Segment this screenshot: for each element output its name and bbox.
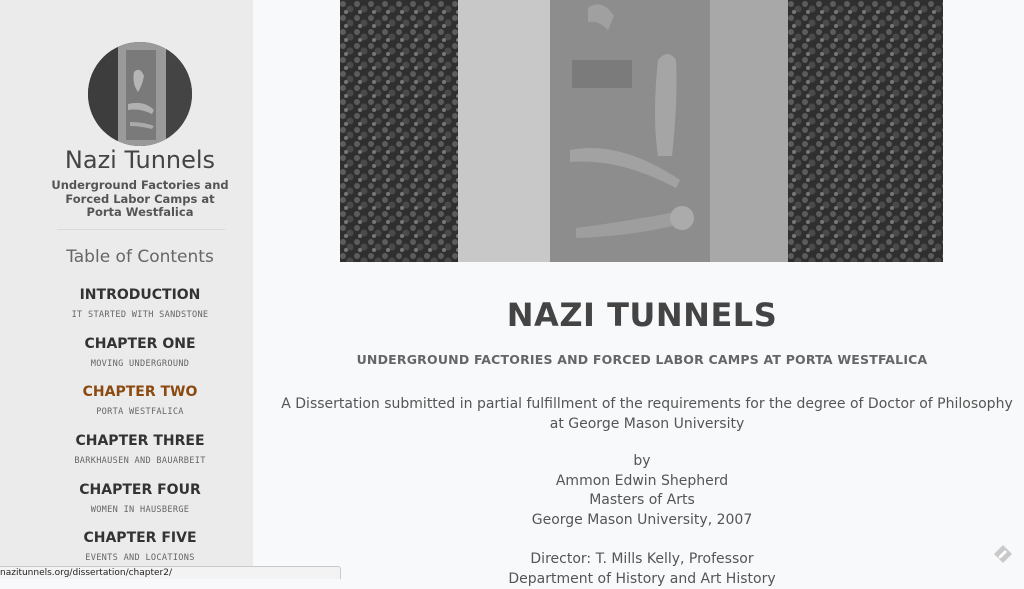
page-title: NAZI TUNNELS (253, 296, 1024, 334)
toc-item-introduction[interactable]: INTRODUCTION IT STARTED WITH SANDSTONE (0, 286, 253, 335)
toc-item-chapter-four[interactable]: CHAPTER FOUR WOMEN IN HAUSBERGE (0, 481, 253, 530)
author-degree: Masters of Arts (253, 491, 1024, 511)
sidebar: Nazi Tunnels Underground Factories and F… (0, 0, 253, 578)
by-label: by (253, 452, 1024, 472)
divider (57, 229, 225, 230)
site-description: Underground Factories and Forced Labor C… (50, 179, 230, 220)
status-bar-url: nazitunnels.org/dissertation/chapter2/ (0, 566, 341, 579)
page-subtitle: UNDERGROUND FACTORIES AND FORCED LABOR C… (253, 352, 1024, 367)
main-content: NAZI TUNNELS UNDERGROUND FACTORIES AND F… (253, 0, 1024, 578)
table-of-contents: INTRODUCTION IT STARTED WITH SANDSTONE C… (0, 286, 253, 578)
director-block: Director: T. Mills Kelly, Professor Depa… (253, 550, 1024, 589)
toc-item-title[interactable]: CHAPTER FOUR (0, 481, 253, 499)
toc-item-title[interactable]: CHAPTER ONE (0, 335, 253, 353)
toc-item-subtitle: PORTA WESTFALICA (0, 405, 253, 419)
toc-item-subtitle: WOMEN IN HAUSBERGE (0, 503, 253, 517)
director-name: Director: T. Mills Kelly, Professor (253, 550, 1024, 570)
toc-item-subtitle: MOVING UNDERGROUND (0, 357, 253, 371)
toc-item-chapter-three[interactable]: CHAPTER THREE BARKHAUSEN AND BAUARBEIT (0, 432, 253, 481)
toc-item-subtitle: EVENTS AND LOCATIONS (0, 551, 253, 565)
toc-item-title[interactable]: CHAPTER FIVE (0, 529, 253, 547)
toc-item-chapter-two[interactable]: CHAPTER TWO PORTA WESTFALICA (0, 383, 253, 432)
department-name: Department of History and Art History (253, 570, 1024, 589)
toc-item-title[interactable]: INTRODUCTION (0, 286, 253, 304)
author-name: Ammon Edwin Shepherd (253, 472, 1024, 492)
edit-pencil-icon[interactable] (993, 544, 1013, 564)
hero-image (340, 0, 943, 262)
toc-item-title[interactable]: CHAPTER TWO (0, 383, 253, 401)
site-title[interactable]: Nazi Tunnels (0, 146, 253, 174)
toc-item-subtitle: IT STARTED WITH SANDSTONE (0, 308, 253, 322)
author-degree-school: George Mason University, 2007 (253, 511, 1024, 531)
toc-item-subtitle: BARKHAUSEN AND BAUARBEIT (0, 454, 253, 468)
toc-item-title[interactable]: CHAPTER THREE (0, 432, 253, 450)
toc-heading: Table of Contents (0, 247, 253, 267)
dissertation-statement: A Dissertation submitted in partial fulf… (277, 394, 1017, 434)
author-block: by Ammon Edwin Shepherd Masters of Arts … (253, 452, 1024, 530)
toc-item-chapter-one[interactable]: CHAPTER ONE MOVING UNDERGROUND (0, 335, 253, 384)
site-avatar[interactable] (88, 42, 192, 146)
